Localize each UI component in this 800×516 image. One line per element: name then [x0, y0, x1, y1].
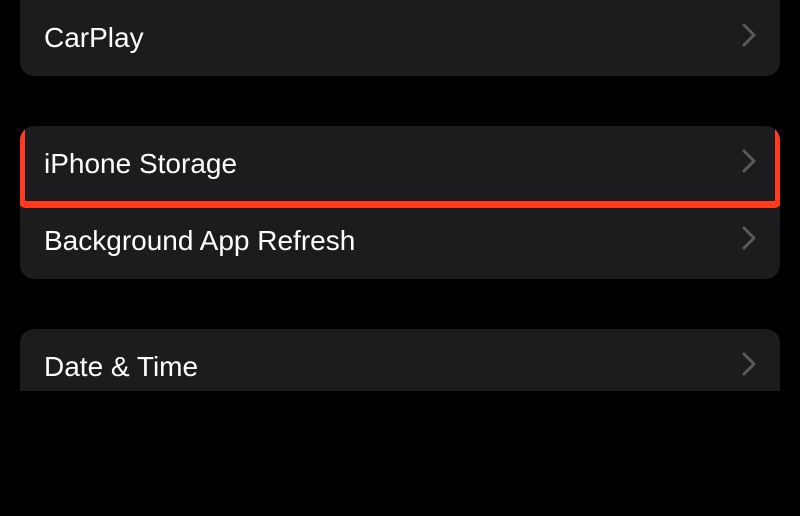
settings-label-iphone-storage: iPhone Storage — [44, 148, 237, 180]
chevron-right-icon — [742, 226, 756, 257]
settings-row-iphone-storage[interactable]: iPhone Storage — [20, 126, 780, 203]
chevron-right-icon — [742, 23, 756, 54]
chevron-right-icon — [742, 352, 756, 383]
settings-row-carplay[interactable]: CarPlay — [20, 0, 780, 76]
chevron-right-icon — [742, 149, 756, 180]
settings-label-carplay: CarPlay — [44, 22, 144, 54]
settings-group-2: iPhone Storage Background App Refresh — [20, 126, 780, 279]
settings-group-1: CarPlay — [20, 0, 780, 76]
settings-row-date-time[interactable]: Date & Time — [20, 329, 780, 391]
settings-group-3: Date & Time — [20, 329, 780, 391]
settings-row-background-app-refresh[interactable]: Background App Refresh — [20, 203, 780, 279]
settings-label-date-time: Date & Time — [44, 351, 198, 383]
settings-container: CarPlay iPhone Storage Background App Re… — [0, 0, 800, 391]
settings-label-background-app-refresh: Background App Refresh — [44, 225, 355, 257]
